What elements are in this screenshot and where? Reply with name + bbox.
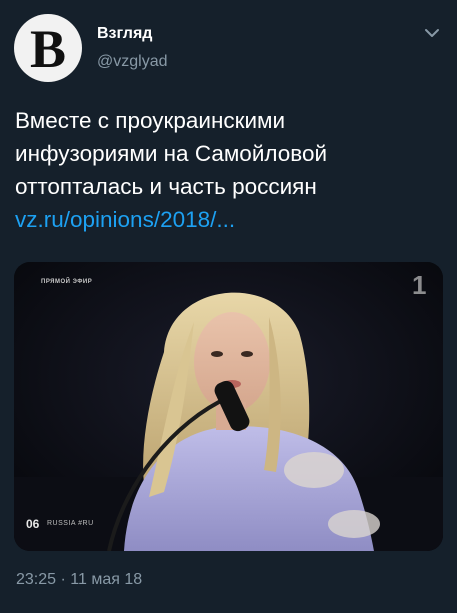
display-name[interactable]: Взгляд <box>97 25 152 43</box>
performance-number: 06 <box>26 517 40 531</box>
channel-logo: 1 <box>412 270 426 300</box>
tweet-text: Вместе с проукраинскими инфузориями на С… <box>15 104 445 236</box>
country-label: RUSSIA #RU <box>47 520 94 527</box>
tweet-card: B Взгляд @vzglyad Вместе с проукраинским… <box>0 0 457 613</box>
tweet-text-line: Вместе с проукраинскими <box>15 108 286 133</box>
user-handle[interactable]: @vzglyad <box>97 53 168 71</box>
tweet-link[interactable]: vz.ru/opinions/2018/... <box>15 203 445 236</box>
live-broadcast-label: ПРЯМОЙ ЭФИР <box>41 279 93 285</box>
chevron-down-icon[interactable] <box>423 26 441 40</box>
tweet-timestamp[interactable]: 23:25 · 11 мая 18 <box>16 571 142 589</box>
avatar[interactable]: B <box>14 14 82 82</box>
tweet-text-line: оттопталась и часть россиян <box>15 174 317 199</box>
broadcast-still: 1 <box>14 262 443 551</box>
avatar-logo-letter: B <box>29 19 67 79</box>
tweet-text-line: инфузориями на Самойловой <box>15 141 328 166</box>
tweet-media-image[interactable]: 1 ПРЯМОЙ ЭФИР 06 RUSSIA #RU <box>14 262 443 551</box>
